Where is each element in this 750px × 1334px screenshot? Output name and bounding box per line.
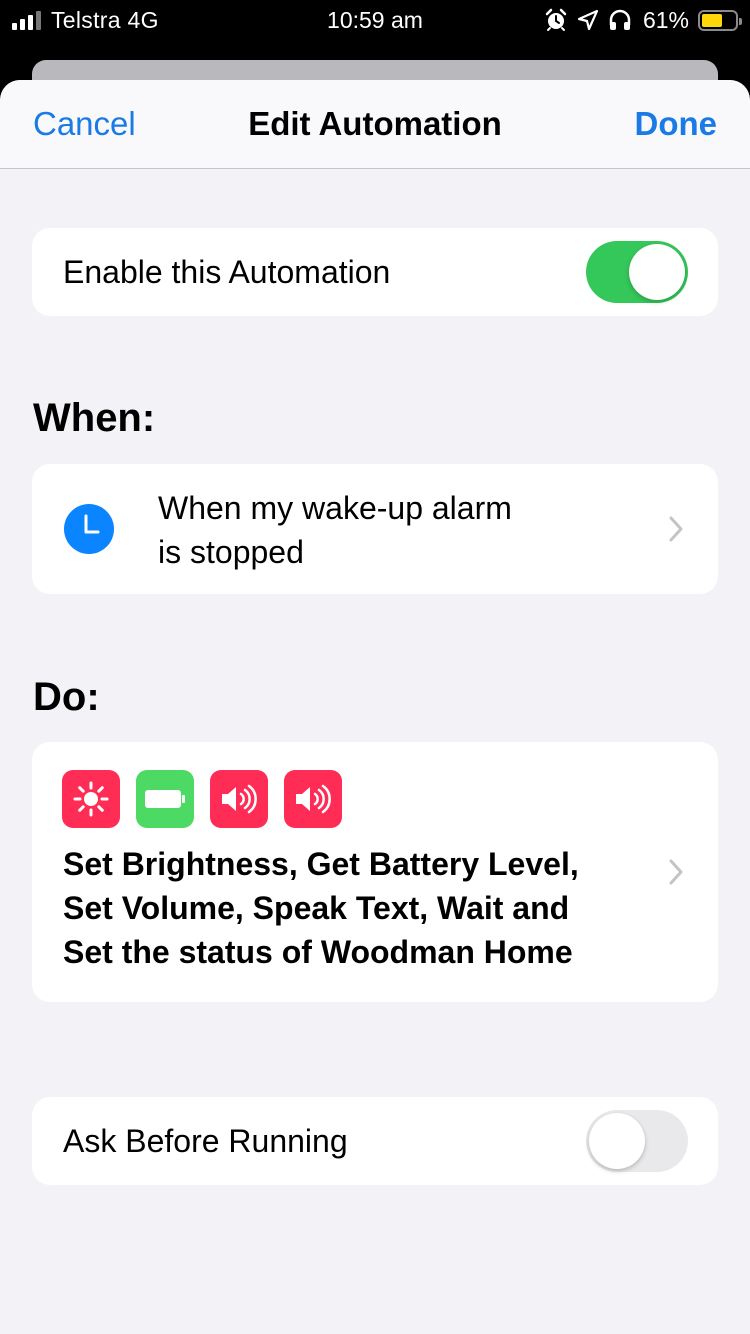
navigation-bar: Cancel Edit Automation Done: [0, 80, 750, 169]
clock-icon: [64, 504, 114, 554]
ask-before-running-toggle[interactable]: [586, 1110, 688, 1172]
chevron-right-icon: [669, 516, 683, 542]
toggle-knob: [589, 1113, 645, 1169]
actions-line-2: Set Volume, Speak Text, Wait and: [63, 890, 570, 926]
edit-automation-sheet: Cancel Edit Automation Done Enable this …: [0, 80, 750, 1334]
alarm-icon: [545, 8, 567, 31]
battery-level-icon: [136, 770, 194, 828]
trigger-line-1: When my wake-up alarm: [158, 490, 512, 526]
battery-icon: [698, 9, 742, 31]
speak-text-icon: [284, 770, 342, 828]
when-heading: When:: [33, 396, 156, 440]
brightness-icon: [62, 770, 120, 828]
trigger-description: When my wake-up alarm is stopped: [158, 486, 588, 574]
battery-fill: [702, 13, 722, 27]
status-bar: Telstra 4G 10:59 am 61%: [0, 0, 750, 40]
ask-before-running-row: Ask Before Running: [32, 1097, 718, 1185]
battery-percent: 61%: [642, 6, 689, 33]
volume-icon: [210, 770, 268, 828]
chevron-right-icon: [669, 859, 683, 885]
status-right-group: 61%: [544, 6, 742, 34]
action-icons: [62, 770, 342, 828]
actions-line-1: Set Brightness, Get Battery Level,: [63, 846, 579, 882]
toggle-knob: [629, 244, 685, 300]
trigger-line-2: is stopped: [158, 534, 304, 570]
ask-before-running-label: Ask Before Running: [63, 1123, 348, 1159]
actions-description: Set Brightness, Get Battery Level, Set V…: [63, 842, 643, 974]
do-heading: Do:: [33, 675, 100, 719]
actions-line-3: Set the status of Woodman Home: [63, 934, 573, 970]
cancel-button[interactable]: Cancel: [33, 104, 136, 144]
actions-row[interactable]: Set Brightness, Get Battery Level, Set V…: [32, 742, 718, 1002]
enable-automation-row: Enable this Automation: [32, 228, 718, 316]
enable-automation-label: Enable this Automation: [63, 254, 391, 290]
headphones-icon: [609, 9, 631, 30]
enable-automation-toggle[interactable]: [586, 241, 688, 303]
done-button[interactable]: Done: [635, 104, 718, 144]
location-arrow-icon: [577, 9, 599, 31]
trigger-row[interactable]: When my wake-up alarm is stopped: [32, 464, 718, 594]
